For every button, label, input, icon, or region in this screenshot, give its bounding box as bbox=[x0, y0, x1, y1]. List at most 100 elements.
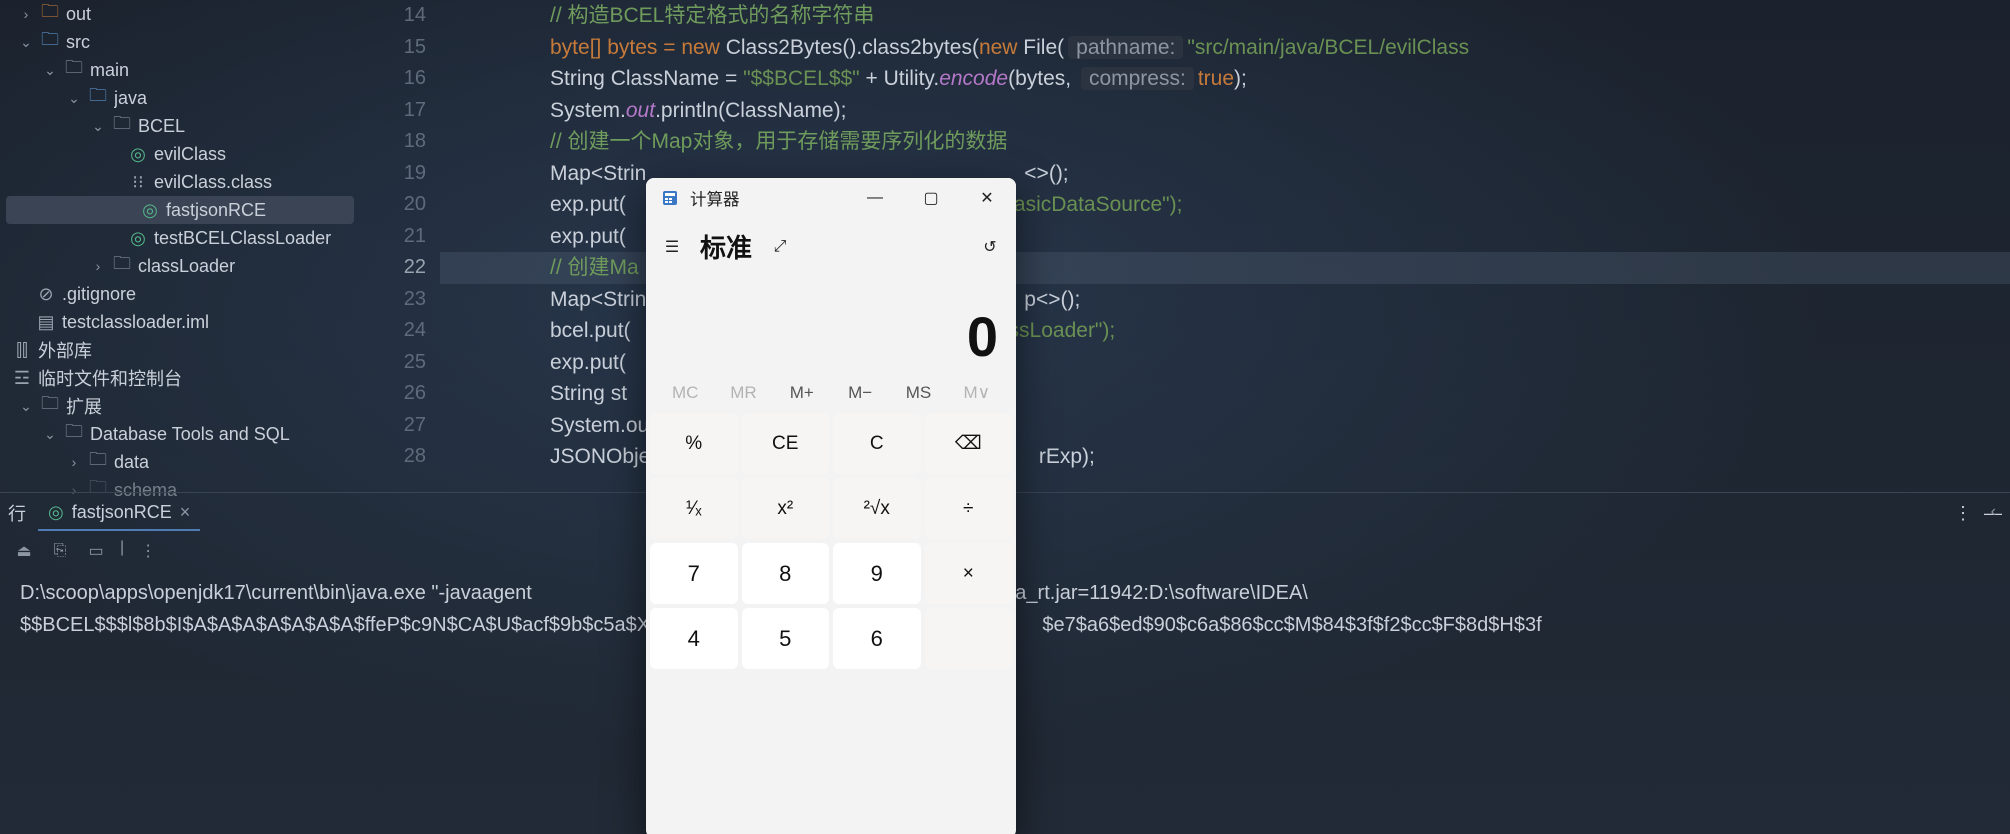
scratches[interactable]: ☲ 临时文件和控制台 bbox=[0, 364, 360, 392]
folder-icon: 🗀 bbox=[40, 4, 60, 24]
key-minus[interactable] bbox=[925, 608, 1013, 669]
external-libraries[interactable]: ⫿⫿ 外部库 bbox=[0, 336, 360, 364]
display-value: 0 bbox=[967, 304, 998, 369]
file-label: testclassloader.iml bbox=[62, 312, 209, 333]
key-reciprocal[interactable]: ¹⁄ₓ bbox=[650, 478, 738, 539]
folder-label: classLoader bbox=[138, 256, 235, 277]
line-number: 23 bbox=[360, 284, 426, 316]
key-ce[interactable]: CE bbox=[742, 413, 830, 474]
folder-icon: 🗀 bbox=[40, 396, 60, 416]
code-comment: // 创建Ma bbox=[550, 256, 639, 279]
key-backspace[interactable]: ⌫ bbox=[925, 413, 1013, 474]
key-9[interactable]: 9 bbox=[833, 543, 921, 604]
folder-java[interactable]: ⌄ 🗀 java bbox=[0, 84, 360, 112]
key-sqrt[interactable]: ²√x bbox=[833, 478, 921, 539]
close-icon[interactable]: × bbox=[180, 502, 191, 523]
folder-label: Database Tools and SQL bbox=[90, 424, 290, 445]
folder-main[interactable]: ⌄ 🗀 main bbox=[0, 56, 360, 84]
calc-titlebar[interactable]: 计算器 — ▢ ✕ bbox=[646, 178, 1016, 218]
code-comment: // 创建一个Map对象，用于存储需要序列化的数据 bbox=[550, 130, 1007, 153]
chevron-down-icon: ⌄ bbox=[90, 118, 106, 135]
keep-on-top-icon[interactable]: ⤢ bbox=[768, 235, 792, 259]
attach-icon[interactable]: ⏏ bbox=[12, 539, 36, 563]
line-number: 28 bbox=[360, 441, 426, 473]
ide-root: { "tree": { "out":"out","src":"src","mai… bbox=[0, 0, 2010, 834]
class-icon: ◎ bbox=[128, 144, 148, 164]
key-square[interactable]: x² bbox=[742, 478, 830, 539]
folder-data[interactable]: › 🗀 data bbox=[0, 448, 360, 476]
mem-mlist[interactable]: M∨ bbox=[948, 383, 1006, 403]
layout-icon[interactable]: ▭ bbox=[84, 539, 108, 563]
key-5[interactable]: 5 bbox=[742, 608, 830, 669]
tab-label: fastjsonRCE bbox=[72, 502, 172, 523]
file-evilclass[interactable]: ◎ evilClass bbox=[0, 140, 360, 168]
mem-ms[interactable]: MS bbox=[889, 383, 947, 403]
memory-row: MC MR M+ M− MS M∨ bbox=[646, 375, 1016, 413]
node-label: 临时文件和控制台 bbox=[38, 365, 182, 391]
file-label: .gitignore bbox=[62, 284, 136, 305]
file-evilclass-class[interactable]: ⁝⁝ evilClass.class bbox=[0, 168, 360, 196]
project-tree: › 🗀 out ⌄ 🗀 src ⌄ 🗀 main ⌄ 🗀 java ⌄ 🗀 BC… bbox=[0, 0, 360, 492]
key-multiply[interactable]: × bbox=[925, 543, 1013, 604]
file-fastjsonrce[interactable]: ◎ fastjsonRCE bbox=[6, 196, 354, 224]
folder-dbtools[interactable]: ⌄ 🗀 Database Tools and SQL bbox=[0, 420, 360, 448]
line-number: 21 bbox=[360, 221, 426, 253]
calculator-icon bbox=[660, 188, 680, 208]
folder-label: BCEL bbox=[138, 116, 185, 137]
history-icon[interactable]: ↺ bbox=[978, 235, 1002, 259]
key-6[interactable]: 6 bbox=[833, 608, 921, 669]
more-icon[interactable]: ⋮ bbox=[1954, 503, 1972, 524]
calculator-window: 计算器 — ▢ ✕ ☰ 标准 ⤢ ↺ 0 MC MR M+ M− MS M∨ %… bbox=[646, 178, 1016, 834]
folder-icon: 🗀 bbox=[40, 32, 60, 52]
file-iml[interactable]: ▤ testclassloader.iml bbox=[0, 308, 360, 336]
gitignore-icon: ⊘ bbox=[36, 284, 56, 304]
line-number: 16 bbox=[360, 63, 426, 95]
row-indicator: 行 bbox=[8, 500, 26, 526]
module-icon: ▤ bbox=[36, 312, 56, 332]
snapshot-icon[interactable]: ⎘ bbox=[48, 539, 72, 563]
key-8[interactable]: 8 bbox=[742, 543, 830, 604]
hamburger-icon[interactable]: ☰ bbox=[660, 235, 684, 259]
window-title: 计算器 bbox=[690, 186, 740, 210]
scratch-icon: ☲ bbox=[12, 368, 32, 388]
more-actions-icon[interactable]: ⋮ bbox=[136, 539, 160, 563]
file-gitignore[interactable]: ⊘ .gitignore bbox=[0, 280, 360, 308]
minimize-button[interactable]: — bbox=[852, 178, 898, 218]
key-percent[interactable]: % bbox=[650, 413, 738, 474]
chevron-right-icon: › bbox=[66, 454, 82, 470]
folder-out[interactable]: › 🗀 out bbox=[0, 0, 360, 28]
key-c[interactable]: C bbox=[833, 413, 921, 474]
key-divide[interactable]: ÷ bbox=[925, 478, 1013, 539]
class-run-icon: ◎ bbox=[128, 228, 148, 248]
folder-src[interactable]: ⌄ 🗀 src bbox=[0, 28, 360, 56]
maximize-button[interactable]: ▢ bbox=[908, 178, 954, 218]
line-number: 20 bbox=[360, 189, 426, 221]
chevron-down-icon: ⌄ bbox=[18, 398, 34, 415]
package-icon: 🗀 bbox=[112, 116, 132, 136]
key-4[interactable]: 4 bbox=[650, 608, 738, 669]
line-number: 17 bbox=[360, 95, 426, 127]
package-bcel[interactable]: ⌄ 🗀 BCEL bbox=[0, 112, 360, 140]
node-label: 外部库 bbox=[38, 337, 92, 363]
close-button[interactable]: ✕ bbox=[964, 178, 1010, 218]
folder-label: src bbox=[66, 32, 90, 53]
param-hint: pathname: bbox=[1068, 36, 1183, 59]
line-number: 15 bbox=[360, 32, 426, 64]
chevron-down-icon: ⌄ bbox=[42, 426, 58, 443]
mem-mc[interactable]: MC bbox=[656, 383, 714, 403]
key-7[interactable]: 7 bbox=[650, 543, 738, 604]
extensions[interactable]: ⌄ 🗀 扩展 bbox=[0, 392, 360, 420]
mem-mminus[interactable]: M− bbox=[831, 383, 889, 403]
mem-mplus[interactable]: M+ bbox=[773, 383, 831, 403]
scroll-left-icon[interactable]: ‹ bbox=[1991, 503, 1996, 521]
package-classloader[interactable]: › 🗀 classLoader bbox=[0, 252, 360, 280]
chevron-down-icon: ⌄ bbox=[18, 34, 34, 51]
file-label: testBCELClassLoader bbox=[154, 228, 331, 249]
folder-label: data bbox=[114, 452, 149, 473]
file-testbcel[interactable]: ◎ testBCELClassLoader bbox=[0, 224, 360, 252]
editor-gutter: 14 15 16 17 18 19 20 21 22 23 24 25 26 2… bbox=[360, 0, 440, 492]
file-label: fastjsonRCE bbox=[166, 200, 266, 221]
run-tab[interactable]: ◎ fastjsonRCE × bbox=[38, 496, 200, 531]
line-number: 14 bbox=[360, 0, 426, 32]
mem-mr[interactable]: MR bbox=[714, 383, 772, 403]
